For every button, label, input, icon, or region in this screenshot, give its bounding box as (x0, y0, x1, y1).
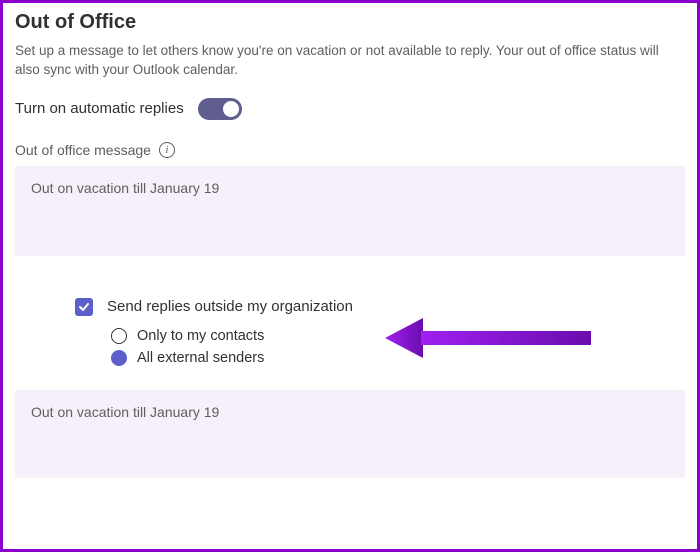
auto-replies-toggle-row: Turn on automatic replies (15, 98, 685, 120)
radio-all-label: All external senders (137, 350, 264, 366)
info-icon[interactable]: i (159, 142, 175, 158)
page-description: Set up a message to let others know you'… (15, 42, 685, 80)
radio-contacts-only[interactable]: Only to my contacts (111, 328, 685, 344)
message-label-row: Out of office message i (15, 142, 685, 158)
external-replies-label: Send replies outside my organization (107, 298, 353, 315)
out-of-office-message-input[interactable]: Out on vacation till January 19 (15, 166, 685, 256)
toggle-knob (223, 101, 239, 117)
radio-all-external[interactable]: All external senders (111, 350, 685, 366)
auto-replies-toggle[interactable] (198, 98, 242, 120)
external-recipients-radio-group: Only to my contacts All external senders (111, 328, 685, 366)
radio-unchecked-icon (111, 328, 127, 344)
page-title: Out of Office (15, 11, 685, 34)
external-replies-checkbox[interactable] (75, 298, 93, 316)
checkmark-icon (78, 301, 90, 313)
message-section-label: Out of office message (15, 142, 151, 158)
radio-checked-icon (111, 350, 127, 366)
external-replies-checkbox-row: Send replies outside my organization (75, 298, 685, 316)
radio-contacts-label: Only to my contacts (137, 328, 264, 344)
external-message-input[interactable]: Out on vacation till January 19 (15, 390, 685, 478)
auto-replies-label: Turn on automatic replies (15, 100, 184, 117)
